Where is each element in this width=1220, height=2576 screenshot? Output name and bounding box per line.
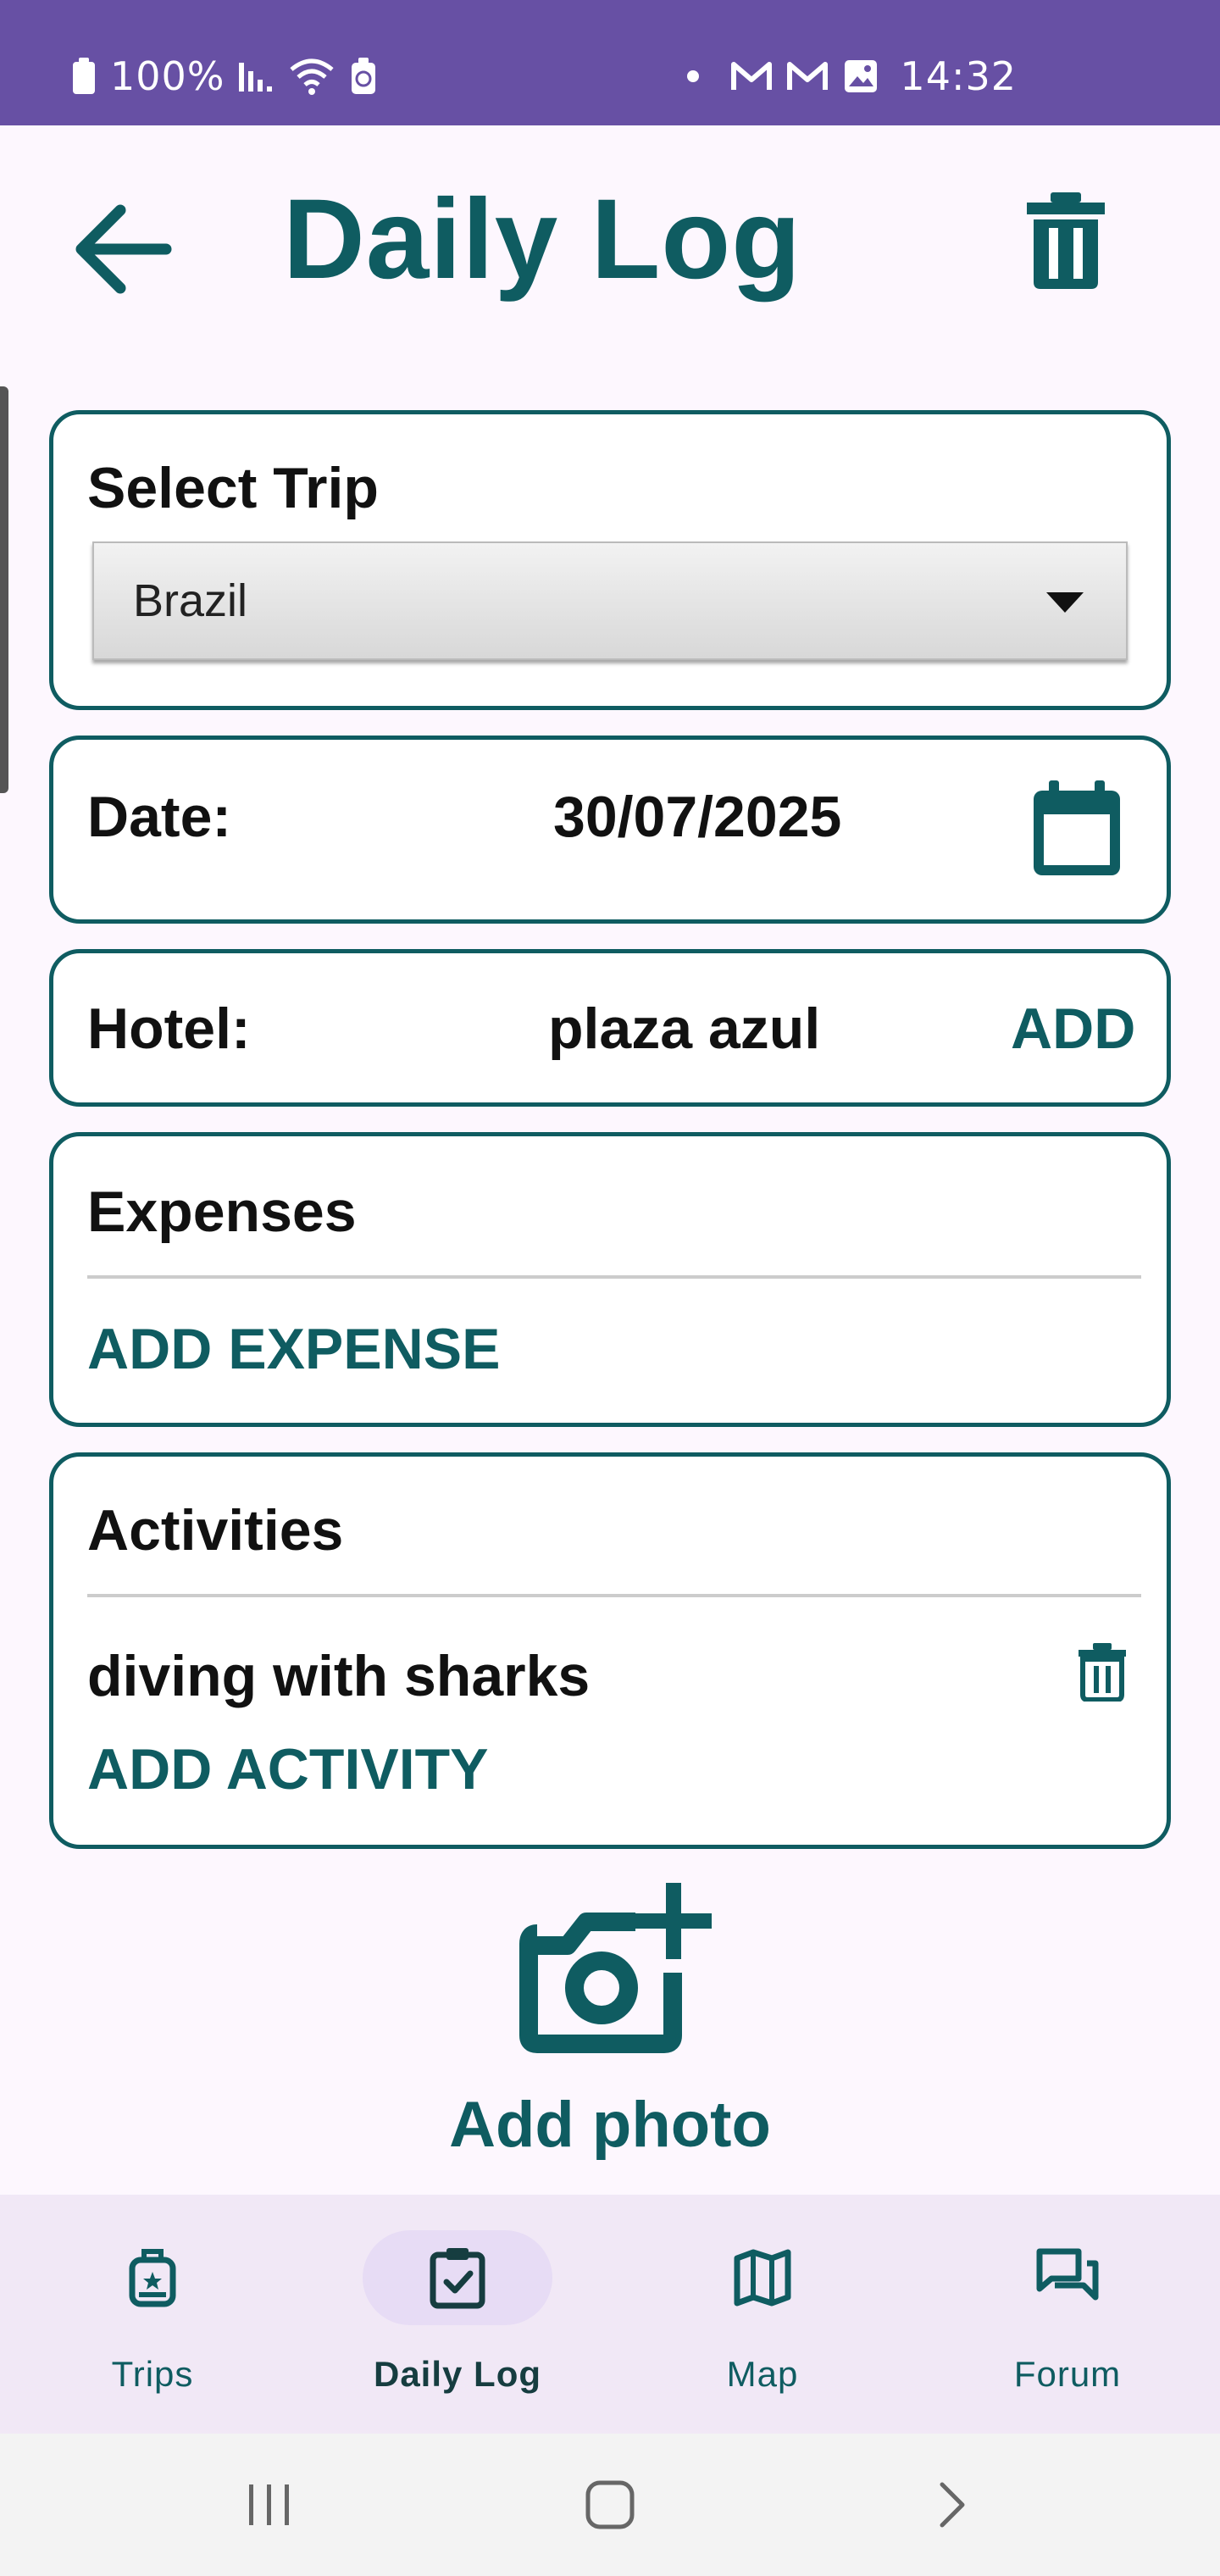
nav-label-trips: Trips — [111, 2354, 194, 2394]
map-icon — [734, 2249, 791, 2307]
hotel-value: plaza azul — [548, 997, 821, 1061]
expenses-title: Expenses — [87, 1180, 357, 1244]
select-trip-label: Select Trip — [87, 456, 379, 520]
gmail-icon — [786, 59, 829, 93]
date-label: Date: — [87, 785, 232, 849]
add-activity-button[interactable]: ADD ACTIVITY — [87, 1736, 488, 1802]
trash-icon — [1079, 1643, 1126, 1702]
signal-icon — [237, 59, 274, 93]
home-button[interactable] — [559, 2462, 661, 2547]
hotel-label: Hotel: — [87, 997, 251, 1061]
arrow-left-icon — [75, 204, 172, 294]
system-navigation-bar — [0, 2434, 1220, 2576]
luggage-icon — [129, 2249, 176, 2307]
back-button[interactable] — [66, 193, 178, 305]
activities-title: Activities — [87, 1498, 344, 1563]
gmail-icon — [730, 59, 773, 93]
divider — [87, 1594, 1141, 1597]
delete-log-button[interactable] — [1013, 181, 1118, 300]
forum-icon — [1036, 2248, 1099, 2301]
edge-panel-handle[interactable] — [0, 386, 8, 793]
nav-label-forum: Forum — [1013, 2354, 1122, 2394]
trip-dropdown[interactable]: Brazil — [92, 541, 1128, 660]
page-title: Daily Log — [283, 176, 802, 303]
trash-icon — [1027, 192, 1105, 289]
date-picker-button[interactable] — [1026, 774, 1128, 884]
add-camera-icon — [519, 1883, 712, 2053]
battery-icon — [71, 57, 97, 96]
recent-apps-icon — [249, 2484, 289, 2525]
nav-pill — [668, 2230, 857, 2325]
nav-pill — [58, 2230, 247, 2325]
expenses-card: Expenses ADD EXPENSE — [49, 1132, 1171, 1427]
nav-item-trips[interactable]: Trips — [0, 2195, 305, 2434]
nav-item-map[interactable]: Map — [610, 2195, 915, 2434]
delete-activity-button[interactable] — [1070, 1636, 1134, 1707]
wifi-icon — [288, 58, 336, 95]
calendar-icon — [1034, 780, 1120, 875]
hotel-card: Hotel: plaza azul ADD — [49, 949, 1171, 1107]
date-card: Date: 30/07/2025 — [49, 736, 1171, 924]
bottom-navigation: Trips Daily Log Map Forum — [0, 2195, 1220, 2434]
clipboard-check-icon — [430, 2248, 485, 2309]
trip-dropdown-value: Brazil — [133, 575, 248, 626]
date-value: 30/07/2025 — [553, 785, 842, 849]
dropdown-arrow-icon — [1046, 592, 1084, 613]
nav-label-daily-log: Daily Log — [373, 2354, 542, 2394]
nav-label-map: Map — [726, 2354, 799, 2394]
add-photo-button[interactable] — [491, 1869, 729, 2073]
battery-percent: 100% — [110, 53, 225, 99]
chevron-right-icon — [940, 2482, 965, 2528]
nav-item-forum[interactable]: Forum — [915, 2195, 1220, 2434]
nav-item-daily-log[interactable]: Daily Log — [305, 2195, 610, 2434]
divider — [87, 1275, 1141, 1279]
battery-saver-icon — [349, 57, 378, 96]
add-hotel-button[interactable]: ADD — [1011, 996, 1135, 1062]
back-nav-button[interactable] — [901, 2462, 1003, 2547]
add-photo-label: Add photo — [449, 2089, 771, 2161]
activities-card: Activities diving with sharks ADD ACTIVI… — [49, 1452, 1171, 1849]
clock: 14:32 — [900, 53, 1017, 99]
image-icon — [842, 58, 879, 95]
activity-item: diving with sharks — [87, 1644, 591, 1708]
nav-pill — [973, 2230, 1162, 2325]
nav-pill-active — [363, 2230, 552, 2325]
add-expense-button[interactable]: ADD EXPENSE — [87, 1316, 500, 1382]
recent-apps-button[interactable] — [219, 2462, 320, 2547]
home-icon — [585, 2480, 635, 2529]
status-bar: 100% 14:32 — [0, 0, 1220, 125]
select-trip-card: Select Trip Brazil — [49, 410, 1171, 710]
dot-icon — [686, 69, 700, 83]
